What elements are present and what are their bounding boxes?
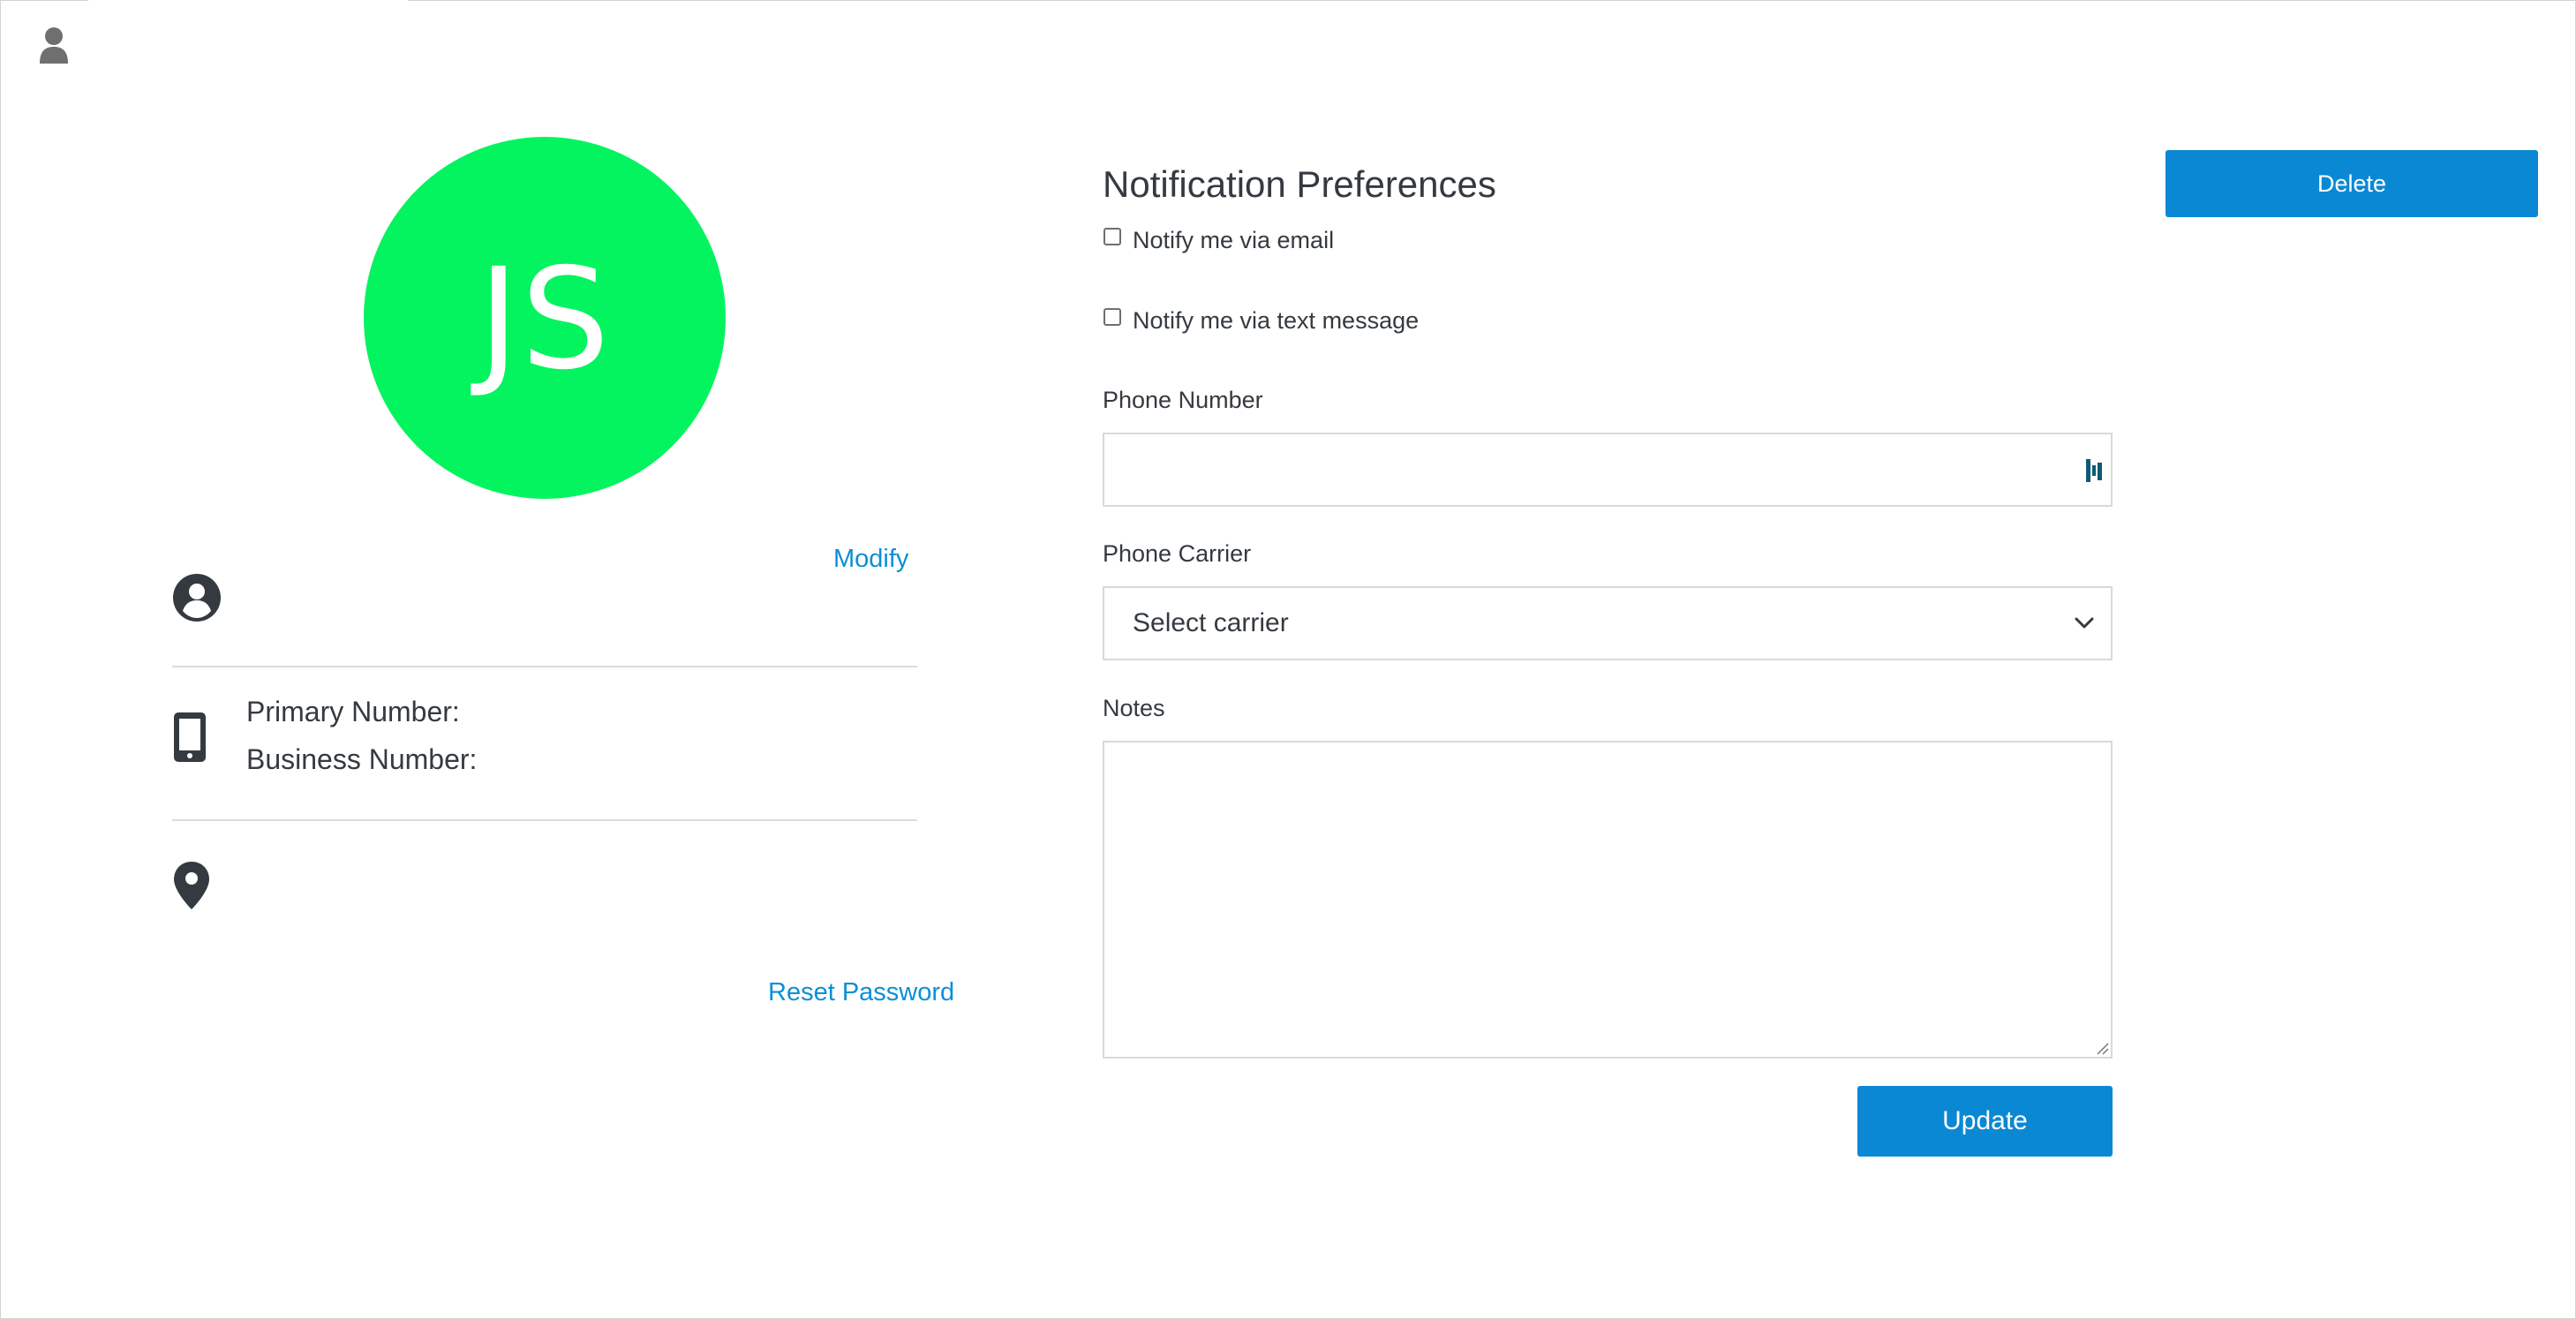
avatar: JS [364,137,726,499]
resize-handle-icon[interactable] [2095,1041,2109,1055]
primary-number-label: Primary Number: [246,696,460,727]
phone-number-input[interactable] [1103,433,2113,507]
chevron-down-icon [2074,616,2095,630]
password-manager-icon[interactable] [2084,457,2104,484]
phone-carrier-selected: Select carrier [1133,608,1289,637]
phone-number-label: Phone Number [1103,387,1263,413]
section-title: Notification Preferences [1103,163,1496,205]
user-icon[interactable] [38,26,70,65]
mobile-phone-icon [172,711,207,764]
reset-password-link[interactable]: Reset Password [768,978,954,1007]
account-circle-icon [172,573,222,622]
business-number-label: Business Number: [246,743,478,775]
email-notify-checkbox[interactable] [1103,228,1121,245]
avatar-initials: JS [478,238,612,401]
email-notify-label[interactable]: Notify me via email [1133,227,1334,254]
phone-carrier-select[interactable]: Select carrier [1103,586,2113,660]
divider [172,666,917,667]
divider [172,819,917,821]
map-pin-icon [172,860,211,911]
notes-textarea[interactable] [1103,741,2113,1059]
delete-button[interactable]: Delete [2165,150,2538,217]
text-notify-checkbox[interactable] [1103,308,1121,326]
text-notify-label[interactable]: Notify me via text message [1133,307,1419,335]
top-tab-gap [88,0,408,3]
update-button[interactable]: Update [1857,1086,2113,1157]
phone-carrier-label: Phone Carrier [1103,540,1252,567]
notes-label: Notes [1103,695,1165,721]
modify-link[interactable]: Modify [833,545,908,574]
